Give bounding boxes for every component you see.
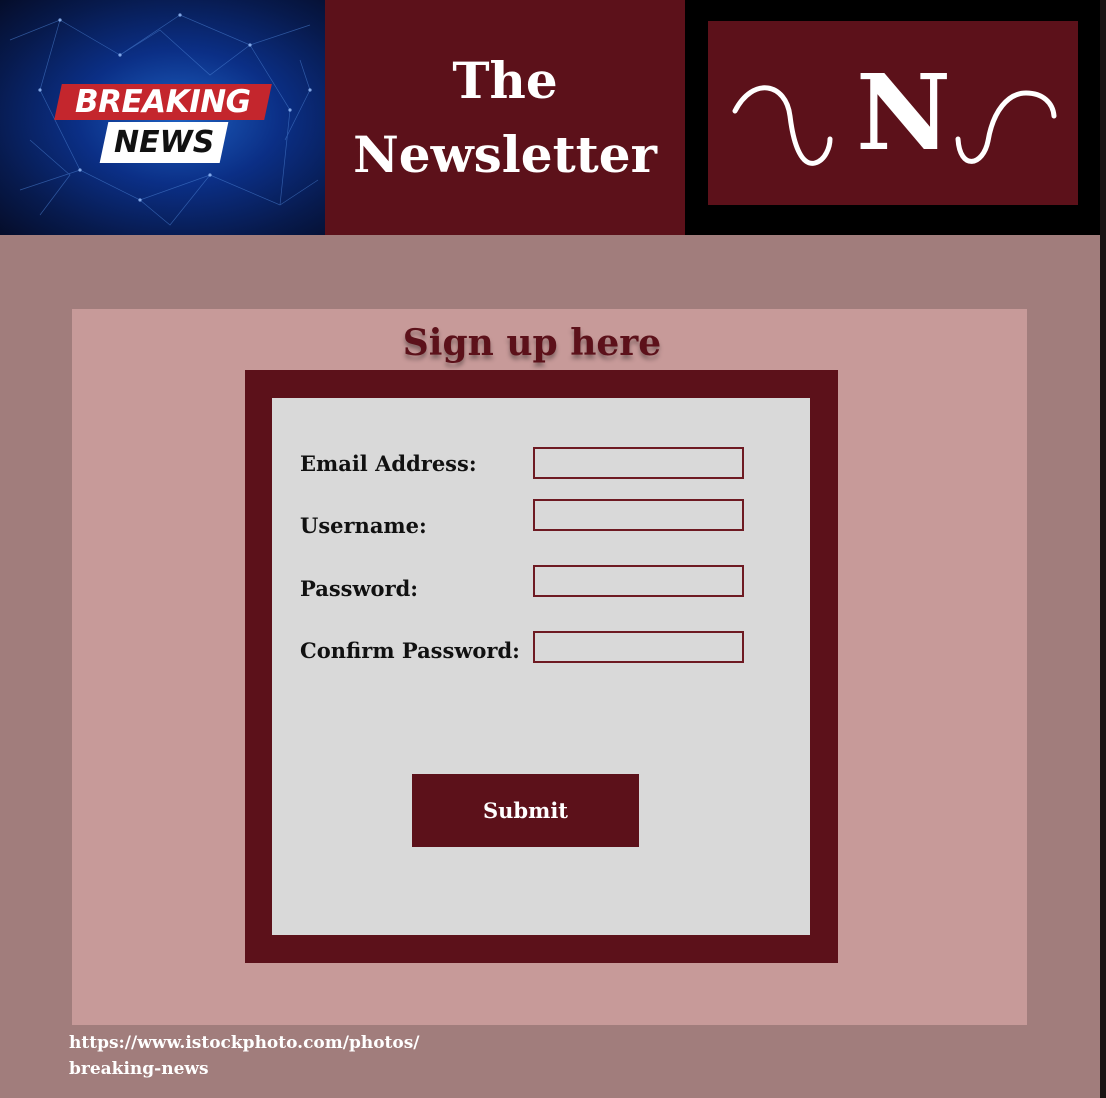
breaking-text: BREAKING: [75, 84, 251, 120]
submit-button[interactable]: Submit: [412, 774, 639, 847]
site-title-line-2: Newsletter: [353, 124, 657, 184]
page-right-edge: [1100, 0, 1106, 1098]
site-header: BREAKING NEWS The Newsletter N: [0, 0, 1100, 235]
password-field[interactable]: [533, 565, 744, 597]
username-field[interactable]: [533, 499, 744, 531]
newsletter-logo: N: [708, 21, 1078, 205]
news-label: NEWS: [99, 122, 229, 163]
signup-heading: Sign up here: [402, 322, 662, 364]
confirm-password-field[interactable]: [533, 631, 744, 663]
news-text: NEWS: [113, 125, 215, 160]
confirm-password-label: Confirm Password:: [300, 638, 520, 663]
breaking-label: BREAKING: [54, 84, 272, 120]
image-source-line-2: breaking-news: [69, 1059, 209, 1079]
breaking-news-banner-image: BREAKING NEWS: [0, 0, 325, 235]
logo-letter: N: [856, 51, 952, 174]
email-field[interactable]: [533, 447, 744, 479]
site-title: The Newsletter: [325, 0, 685, 235]
email-label: Email Address:: [300, 451, 477, 476]
username-label: Username:: [300, 513, 427, 538]
password-label: Password:: [300, 576, 419, 601]
site-title-line-1: The: [452, 50, 558, 110]
image-source-credit: https://www.istockphoto.com/photos/ brea…: [69, 1030, 489, 1082]
image-source-line-1: https://www.istockphoto.com/photos/: [69, 1033, 420, 1053]
